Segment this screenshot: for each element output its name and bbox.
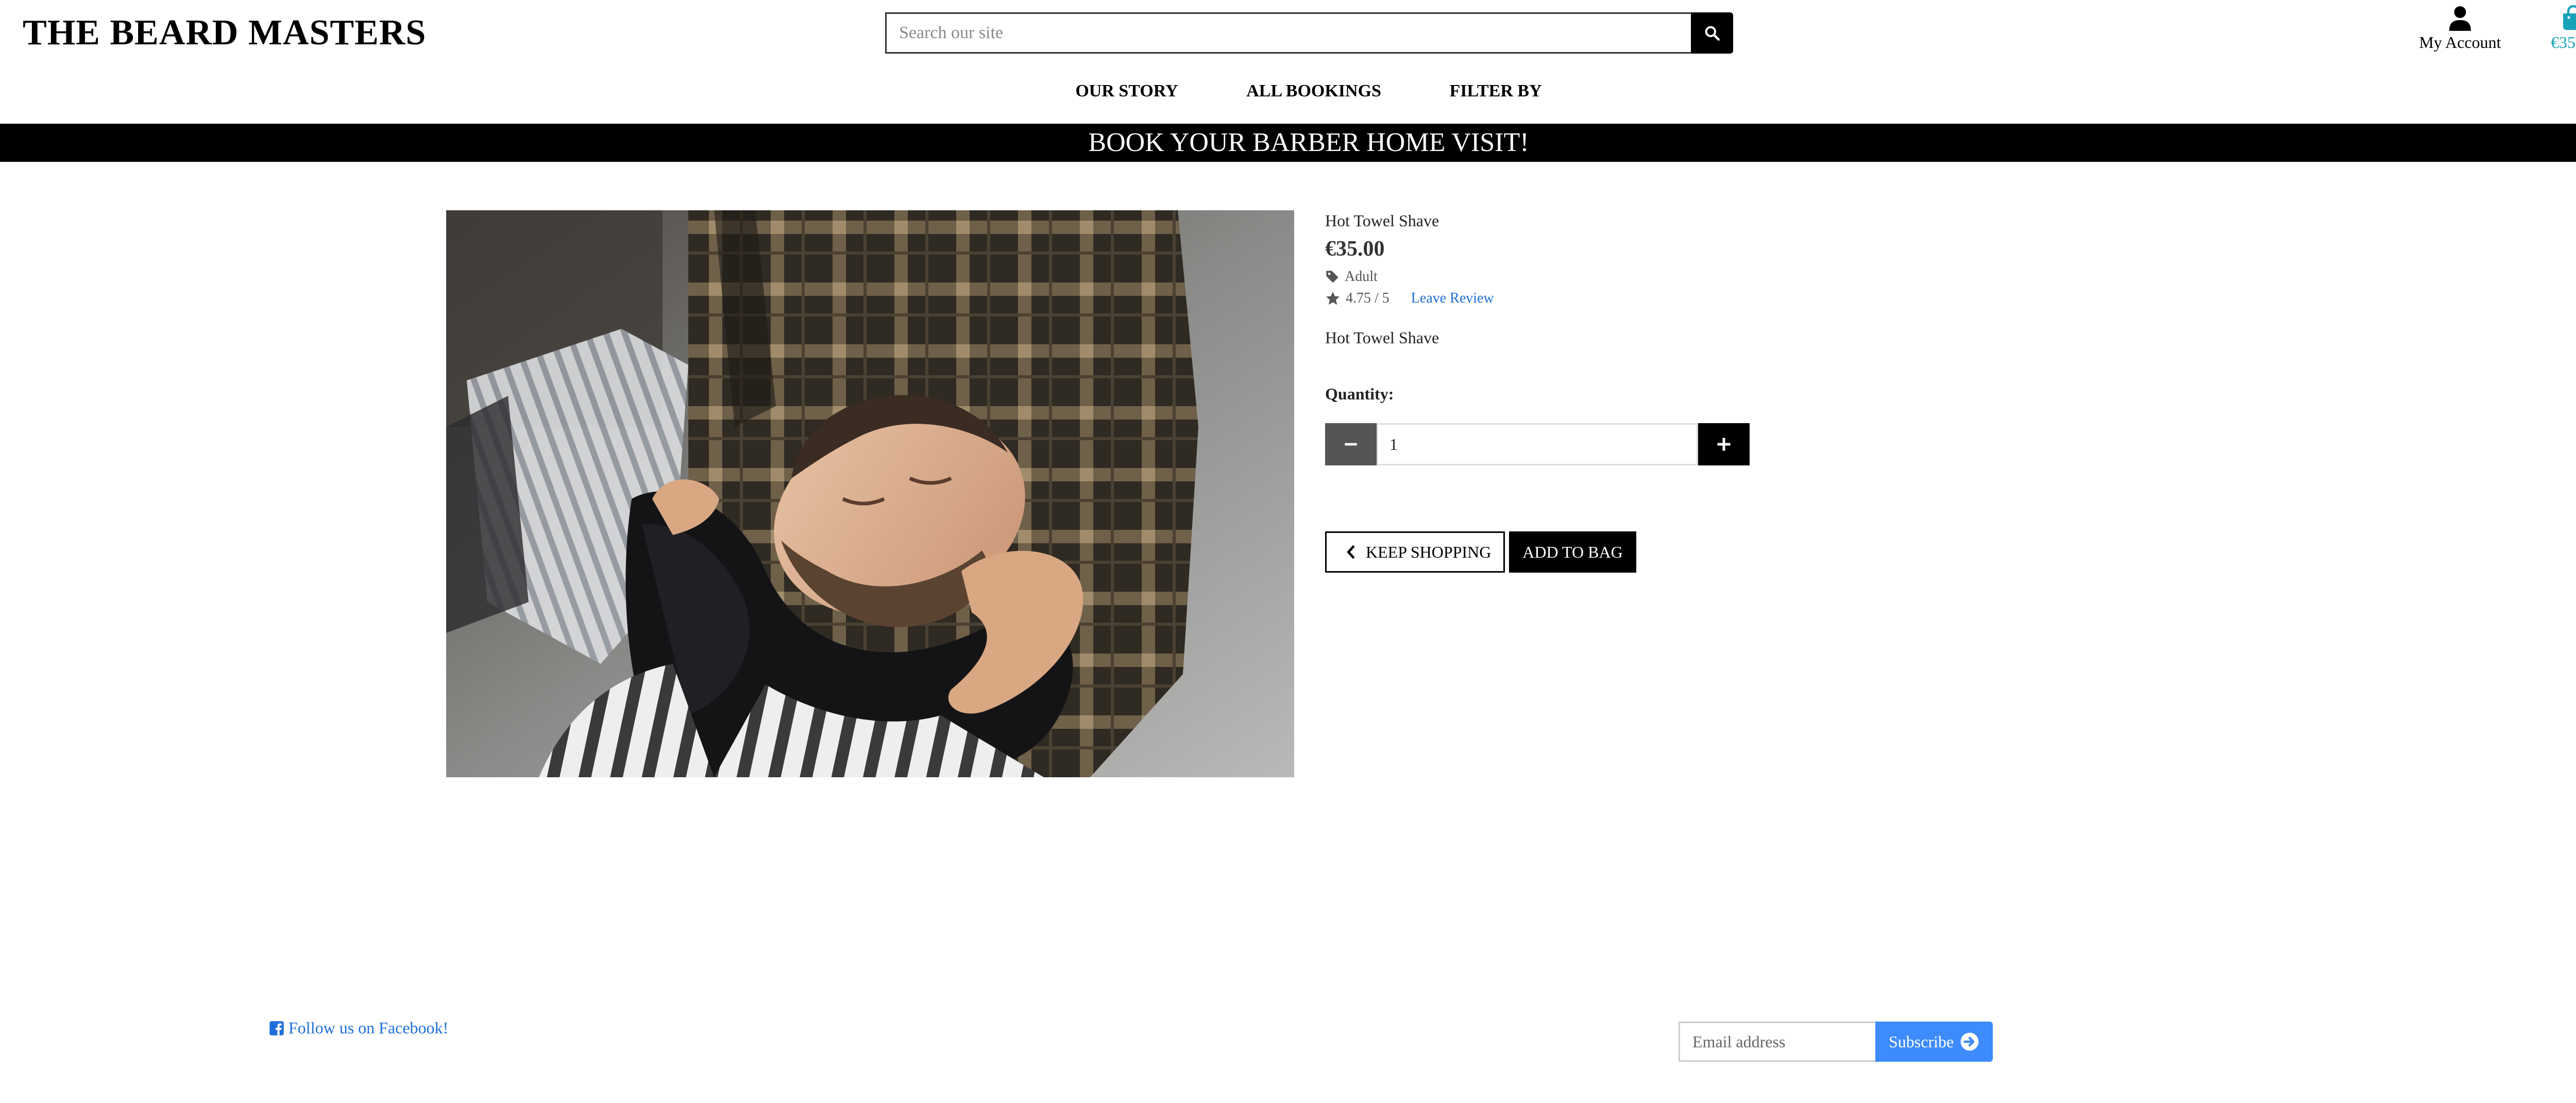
product-details: Hot Towel Shave €35.00 Adult 4.75 / 5 Le… [1325, 211, 1789, 573]
chevron-left-icon [1347, 545, 1355, 559]
keep-shopping-label: KEEP SHOPPING [1366, 542, 1492, 561]
nav-our-story[interactable]: OUR STORY [1075, 81, 1178, 101]
product-description: Hot Towel Shave [1325, 328, 1439, 347]
product-actions: KEEP SHOPPING ADD TO BAG [1325, 531, 1789, 573]
search-button[interactable] [1691, 12, 1733, 54]
subscribe-label: Subscribe [1889, 1032, 1954, 1051]
nav-all-bookings[interactable]: ALL BOOKINGS [1246, 81, 1381, 101]
add-to-bag-button[interactable]: ADD TO BAG [1509, 531, 1636, 573]
user-icon [2449, 6, 2471, 31]
facebook-square-icon [269, 1021, 284, 1035]
facebook-link-label: Follow us on Facebook! [289, 1018, 449, 1037]
subscribe-button[interactable]: Subscribe [1875, 1022, 1993, 1062]
star-icon [1326, 291, 1340, 305]
keep-shopping-button[interactable]: KEEP SHOPPING [1325, 531, 1505, 573]
main-nav: OUR STORY ALL BOOKINGS FILTER BY [0, 81, 2576, 101]
quantity-increment-button[interactable] [1698, 423, 1750, 465]
quantity-input[interactable] [1377, 423, 1698, 465]
brand-logo[interactable]: THE BEARD MASTERS [23, 12, 426, 54]
quantity-decrement-button[interactable] [1325, 423, 1377, 465]
promo-banner: BOOK YOUR BARBER HOME VISIT! [0, 124, 2576, 162]
product-image [446, 210, 1294, 777]
search-icon [1705, 26, 1720, 41]
product-rating: 4.75 / 5 [1346, 290, 1389, 306]
bag-total: €35.00 [2551, 33, 2576, 52]
nav-filter-by[interactable]: FILTER BY [1449, 81, 1541, 101]
product-price: €35.00 [1325, 237, 1385, 261]
site-header: THE BEARD MASTERS My Account €35.00 OUR … [0, 0, 2576, 124]
my-account-link[interactable]: My Account [2411, 5, 2509, 52]
plus-icon [1717, 438, 1731, 451]
search-form [885, 12, 1733, 54]
product-category[interactable]: Adult [1325, 269, 1789, 285]
search-input[interactable] [885, 12, 1691, 54]
shopping-bag-icon [2563, 5, 2576, 30]
email-field[interactable] [1679, 1022, 1875, 1062]
quantity-stepper [1325, 423, 1750, 465]
facebook-link[interactable]: Follow us on Facebook! [269, 1018, 448, 1038]
product-rating-row: 4.75 / 5 Leave Review [1325, 290, 1789, 307]
leave-review-link[interactable]: Leave Review [1411, 290, 1494, 307]
quantity-label: Quantity: [1325, 385, 1394, 403]
newsletter-form: Subscribe [1679, 1022, 1993, 1062]
product-photo [446, 210, 1294, 777]
shopping-bag-link[interactable]: €35.00 [2540, 5, 2576, 52]
arrow-circle-right-icon [1960, 1032, 1979, 1051]
product-category-label: Adult [1345, 269, 1378, 285]
minus-icon [1345, 443, 1357, 446]
product-name: Hot Towel Shave [1325, 211, 1439, 230]
my-account-label: My Account [2419, 33, 2501, 52]
tag-icon [1326, 271, 1338, 283]
